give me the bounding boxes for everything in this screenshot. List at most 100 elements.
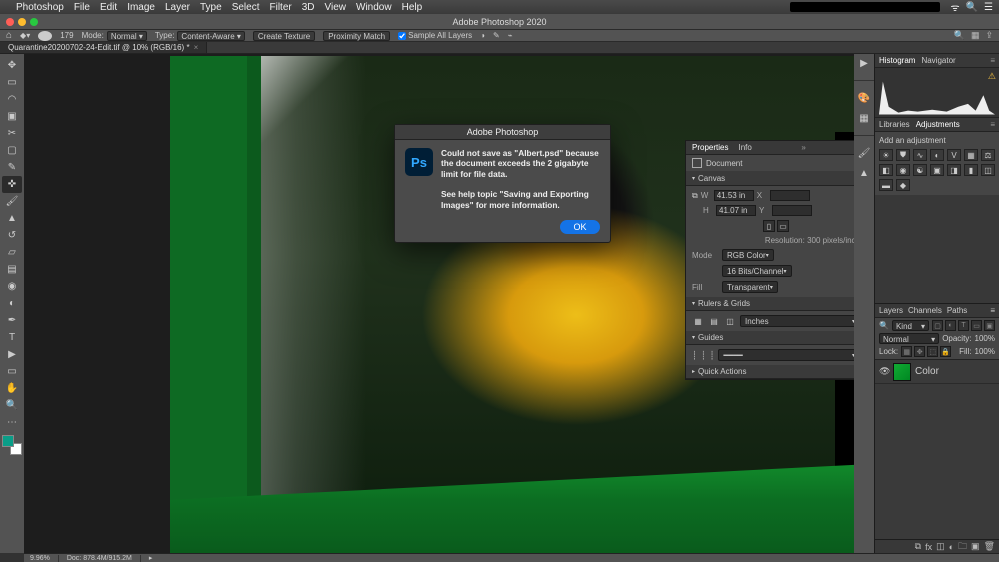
menu-3d[interactable]: 3D: [302, 2, 315, 13]
tab-paths[interactable]: Paths: [947, 306, 967, 315]
adj-posterize-icon[interactable]: ▮: [964, 164, 978, 176]
lasso-tool[interactable]: ◠: [2, 91, 22, 108]
lock-position-icon[interactable]: ✥: [914, 346, 925, 357]
background-fill-select[interactable]: Transparent▾: [722, 281, 778, 293]
foreground-color-swatch[interactable]: [2, 435, 14, 447]
dialog-ok-button[interactable]: OK: [560, 220, 600, 234]
brush-panel-icon[interactable]: 🖌: [857, 146, 871, 160]
tab-channels[interactable]: Channels: [908, 306, 942, 315]
section-canvas[interactable]: Canvas: [698, 174, 725, 183]
adj-photo-filter-icon[interactable]: ◉: [896, 164, 910, 176]
marquee-tool[interactable]: ▭: [2, 74, 22, 91]
share-icon[interactable]: ⇪: [985, 30, 993, 41]
zoom-tool[interactable]: 🔍: [2, 397, 22, 414]
layers-menu-icon[interactable]: ≡: [990, 306, 995, 315]
clone-source-panel-icon[interactable]: ▲: [857, 166, 871, 180]
tab-layers[interactable]: Layers: [879, 306, 903, 315]
brush-tool[interactable]: 🖌: [2, 193, 22, 210]
adj-hue-icon[interactable]: ▦: [964, 149, 978, 161]
healing-brush-tool[interactable]: ✜: [2, 176, 22, 193]
section-rulers[interactable]: Rulers & Grids: [698, 299, 750, 308]
section-guides[interactable]: Guides: [698, 333, 723, 342]
adj-color-balance-icon[interactable]: ⚖: [981, 149, 995, 161]
eraser-tool[interactable]: ▱: [2, 244, 22, 261]
tablet-pressure-icon[interactable]: ⌁: [508, 31, 513, 40]
swatches-panel-icon[interactable]: ▦: [857, 111, 871, 125]
menu-window[interactable]: Window: [356, 2, 392, 13]
opacity-value[interactable]: 100%: [975, 334, 995, 343]
blur-tool[interactable]: ◉: [2, 278, 22, 295]
menu-view[interactable]: View: [325, 2, 347, 13]
workspace-icon[interactable]: ▦: [971, 30, 980, 41]
pixel-grid-icon[interactable]: ◫: [724, 317, 736, 326]
control-center-icon[interactable]: ☰: [984, 2, 993, 13]
tab-libraries[interactable]: Libraries: [879, 120, 910, 129]
mode-select[interactable]: Normal ▾: [107, 31, 147, 41]
pen-tool[interactable]: ✒: [2, 312, 22, 329]
tool-preset-icon[interactable]: ◆▾: [20, 31, 30, 40]
filter-adjust-icon[interactable]: ◐: [945, 320, 956, 331]
status-zoom[interactable]: 9.96%: [30, 555, 59, 562]
brush-preview[interactable]: [38, 31, 52, 41]
adj-threshold-icon[interactable]: ◫: [981, 164, 995, 176]
guide-icon[interactable]: ┊: [692, 351, 697, 360]
dodge-tool[interactable]: ◐: [2, 295, 22, 312]
tab-adjustments[interactable]: Adjustments: [916, 120, 960, 129]
diffusion-icon[interactable]: ◑: [480, 31, 485, 40]
hand-tool[interactable]: ✋: [2, 380, 22, 397]
color-panel-icon[interactable]: 🎨: [857, 91, 871, 105]
canvas-width-input[interactable]: [714, 190, 754, 201]
adj-curves-icon[interactable]: ∿: [913, 149, 927, 161]
lock-artboard-icon[interactable]: ⬚: [927, 346, 938, 357]
frame-tool[interactable]: ▢: [2, 142, 22, 159]
close-doc-icon[interactable]: ×: [194, 42, 199, 54]
pressure-icon[interactable]: ✎: [493, 31, 500, 40]
tab-properties[interactable]: Properties: [692, 143, 728, 152]
clone-stamp-tool[interactable]: ▲: [2, 210, 22, 227]
move-tool[interactable]: ✥: [2, 57, 22, 74]
path-select-tool[interactable]: ▶: [2, 346, 22, 363]
adj-bw-icon[interactable]: ◧: [879, 164, 893, 176]
guide-icon2[interactable]: ┊: [701, 351, 706, 360]
history-brush-tool[interactable]: ↺: [2, 227, 22, 244]
blend-mode-select[interactable]: Normal▾: [879, 333, 939, 344]
expand-panel-icon[interactable]: ▶: [857, 56, 871, 70]
guide-color-select[interactable]: ━━━━▾: [718, 349, 854, 361]
link-dimensions-icon[interactable]: ⧉: [692, 191, 698, 201]
adj-vibrance-icon[interactable]: V: [947, 149, 961, 161]
search-icon[interactable]: 🔍: [954, 30, 965, 41]
new-fill-icon[interactable]: ◐: [949, 542, 954, 552]
adj-invert-icon[interactable]: ◨: [947, 164, 961, 176]
adjustments-menu-icon[interactable]: ≡: [990, 120, 995, 129]
menu-help[interactable]: Help: [402, 2, 423, 13]
new-layer-icon[interactable]: ▣: [971, 541, 980, 552]
menu-filter[interactable]: Filter: [269, 2, 291, 13]
menu-edit[interactable]: Edit: [100, 2, 117, 13]
create-texture-button[interactable]: Create Texture: [253, 31, 315, 41]
menu-select[interactable]: Select: [232, 2, 260, 13]
ruler-icon[interactable]: ▦: [692, 317, 704, 326]
adj-color-lookup-icon[interactable]: ▣: [930, 164, 944, 176]
section-quick-actions[interactable]: Quick Actions: [698, 367, 746, 376]
document-tab[interactable]: Quarantine20200702-24-Edit.tif @ 10% (RG…: [0, 42, 207, 53]
menu-type[interactable]: Type: [200, 2, 222, 13]
guide-icon3[interactable]: ┊: [710, 351, 715, 360]
layer-row[interactable]: 👁 Color: [875, 360, 999, 384]
layer-style-icon[interactable]: fx: [925, 542, 932, 552]
menu-image[interactable]: Image: [127, 2, 155, 13]
tab-navigator[interactable]: Navigator: [921, 56, 955, 65]
canvas-height-input[interactable]: [716, 205, 756, 216]
foreground-background-colors[interactable]: [2, 435, 22, 455]
layer-filter-select[interactable]: Kind▾: [892, 320, 929, 331]
bit-depth-select[interactable]: 16 Bits/Channel▾: [722, 265, 792, 277]
menu-layer[interactable]: Layer: [165, 2, 190, 13]
lock-all-icon[interactable]: 🔒: [940, 346, 951, 357]
wifi-icon[interactable]: ᯤ: [950, 0, 959, 14]
tab-histogram[interactable]: Histogram: [879, 56, 915, 65]
grid-icon[interactable]: ▤: [708, 317, 720, 326]
type-select[interactable]: Content-Aware ▾: [177, 31, 244, 41]
lock-pixels-icon[interactable]: ▦: [901, 346, 912, 357]
sample-all-layers-checkbox[interactable]: [398, 32, 406, 40]
object-select-tool[interactable]: ▣: [2, 108, 22, 125]
canvas-y-input[interactable]: [772, 205, 812, 216]
